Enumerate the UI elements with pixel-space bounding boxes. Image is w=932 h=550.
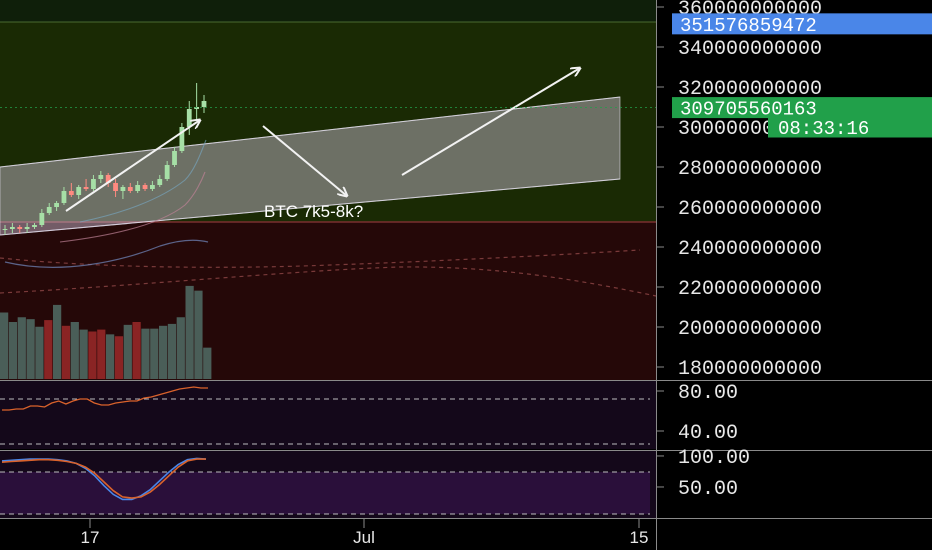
volume-bar	[8, 322, 18, 379]
candle-body	[201, 101, 207, 107]
volume-bar	[176, 317, 185, 379]
volume-bar	[44, 320, 53, 379]
indicator-tick-label: 50.00	[678, 478, 738, 501]
volume-bar	[70, 322, 79, 379]
y-tick-label: 180000000000	[678, 358, 822, 381]
y-tick-label: 240000000000	[678, 238, 822, 261]
x-tick-label: 15	[630, 528, 649, 547]
volume-bar	[53, 304, 62, 379]
candle-body	[46, 207, 52, 213]
candle-body	[172, 151, 177, 165]
candle-body	[68, 191, 74, 195]
candle-body	[135, 185, 141, 191]
volume-bar	[26, 319, 35, 379]
candle-body	[9, 227, 15, 229]
candle-body	[127, 187, 133, 191]
volume-bar	[150, 328, 159, 379]
candle-body	[91, 179, 96, 189]
volume-bar	[132, 322, 141, 379]
candle-body	[32, 225, 37, 227]
volume-bar	[203, 347, 212, 379]
volume-bar	[97, 329, 106, 379]
y-tick-label: 340000000000	[678, 38, 822, 61]
price-tag-label: 351576859472	[680, 15, 817, 37]
candle-body	[2, 229, 8, 230]
candle-body	[120, 187, 126, 191]
x-tick-label: Jul	[353, 528, 375, 547]
candle-body	[157, 179, 163, 185]
candle-body	[98, 175, 104, 179]
indicator-tick-label: 100.00	[678, 447, 750, 470]
candle-body	[150, 185, 155, 189]
indicator-tick-label: 40.00	[678, 422, 738, 445]
volume-bar	[141, 328, 150, 379]
volume-bar	[194, 290, 203, 379]
volume-bar	[17, 317, 26, 379]
candle-body	[142, 185, 148, 189]
volume-bar	[159, 325, 168, 379]
trading-chart-screen: BTC 7k5-8k? 360000000000 340000000000 3200…	[0, 0, 932, 550]
candle-body	[61, 191, 67, 203]
volume-bar	[79, 329, 88, 379]
y-tick-label: 280000000000	[678, 158, 822, 181]
y-tick-label: 260000000000	[678, 198, 822, 221]
x-tick-label: 17	[81, 528, 100, 547]
volume-bar	[0, 312, 9, 379]
volume-bar	[35, 326, 44, 379]
volume-bar	[88, 331, 97, 379]
chart-canvas[interactable]: BTC 7k5-8k? 3600000000003400000000003200…	[0, 0, 932, 550]
volume-bar	[114, 336, 124, 379]
volume-bar	[61, 325, 71, 379]
candle-body	[39, 213, 45, 225]
candle-body	[83, 187, 89, 189]
volume-bar	[123, 324, 132, 379]
candle-body	[17, 227, 23, 229]
candle-body	[113, 183, 118, 191]
candle-body	[76, 187, 82, 195]
indicator-tick-label: 80.00	[678, 382, 738, 405]
candle-body	[54, 203, 59, 207]
indicator-axes: 80.00 40.00100.00 50.00	[656, 382, 750, 501]
candle-body	[186, 109, 192, 127]
y-tick-label: 200000000000	[678, 318, 822, 341]
y-tick-label: 220000000000	[678, 278, 822, 301]
annotation-text[interactable]: BTC 7k5-8k?	[264, 202, 363, 221]
price-axis[interactable]: 3600000000003400000000003200000000003000…	[656, 0, 822, 381]
indicator-1-background	[0, 381, 656, 449]
volume-bar	[106, 334, 115, 379]
price-tag-label: 08:33:16	[778, 118, 869, 140]
volume-bar	[185, 285, 194, 379]
candle-body	[164, 165, 170, 179]
volume-bar	[167, 323, 177, 379]
upper-zone-background	[0, 0, 656, 22]
candle-body	[24, 227, 30, 229]
